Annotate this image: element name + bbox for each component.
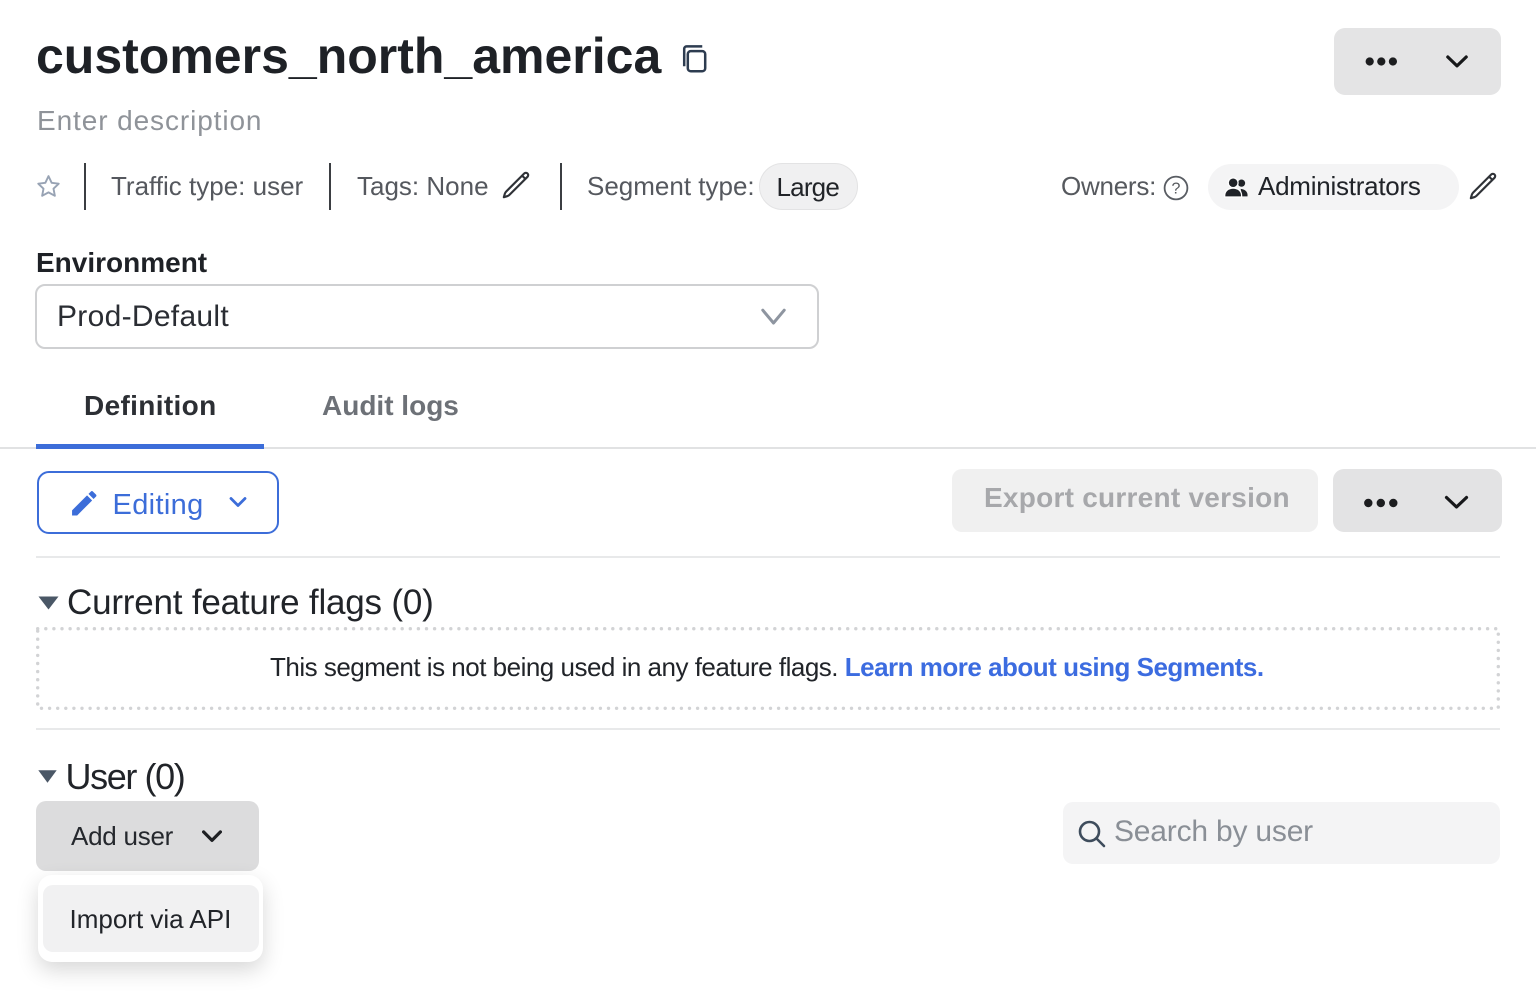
svg-text:?: ? (1172, 180, 1181, 197)
